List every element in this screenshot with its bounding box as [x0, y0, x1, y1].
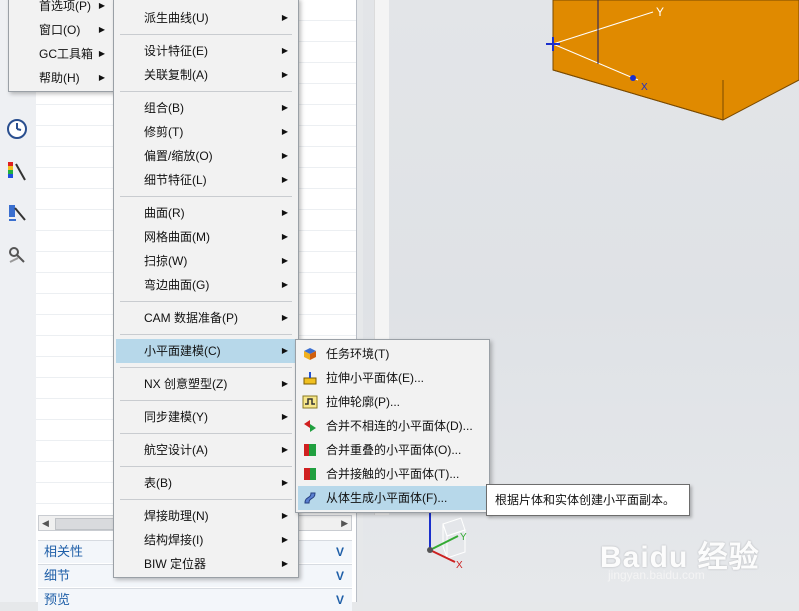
menu-item-mesh-surface[interactable]: 网格曲面(M) ▶	[116, 225, 296, 249]
submenu-arrow-icon: ▶	[281, 127, 288, 136]
menu-item-task-environment[interactable]: 任务环境(T)	[298, 342, 487, 366]
menu-item-merge-touching[interactable]: 合并接触的小平面体(T)...	[298, 462, 487, 486]
submenu-arrow-icon: ▶	[281, 103, 288, 112]
submenu-arrow-icon: ▶	[281, 346, 288, 355]
menu-separator	[120, 499, 292, 500]
facet-modeling-submenu: 任务环境(T) 拉伸小平面体(E)... 拉伸轮廓(P)... 合并不相连的小平…	[295, 339, 490, 513]
submenu-arrow-icon: ▶	[281, 232, 288, 241]
chevron-down-icon: V	[335, 593, 344, 607]
menu-item-detail-feature[interactable]: 细节特征(L) ▶	[116, 168, 296, 192]
menu-item-facet-from-body[interactable]: 从体生成小平面体(F)...	[298, 486, 487, 510]
menu-item-combine[interactable]: 组合(B) ▶	[116, 96, 296, 120]
merge-overlapping-icon	[304, 444, 316, 456]
menu-item-offset-scale[interactable]: 偏置/缩放(O) ▶	[116, 144, 296, 168]
submenu-arrow-icon: ▶	[281, 511, 288, 520]
x-axis-label: X	[641, 82, 648, 93]
submenu-arrow-icon: ▶	[281, 313, 288, 322]
menu-separator	[120, 91, 292, 92]
menu-item-merge-disjoint[interactable]: 合并不相连的小平面体(D)...	[298, 414, 487, 438]
submenu-arrow-icon: ▶	[98, 49, 105, 58]
submenu-arrow-icon: ▶	[281, 70, 288, 79]
visualization-palette-icon[interactable]	[6, 160, 28, 182]
submenu-arrow-icon: ▶	[281, 280, 288, 289]
menu-item-gc-toolbox[interactable]: GC工具箱 ▶	[11, 42, 113, 66]
task-environment-icon	[304, 348, 316, 360]
menu-separator	[120, 301, 292, 302]
menu-separator	[120, 34, 292, 35]
facet-from-body-icon	[304, 492, 316, 504]
merge-touching-icon	[304, 468, 316, 480]
menu-item-aero-design[interactable]: 航空设计(A) ▶	[116, 438, 296, 462]
menu-item-design-feature[interactable]: 设计特征(E) ▶	[116, 39, 296, 63]
scroll-thumb[interactable]	[55, 518, 117, 530]
baidu-watermark: Baidu 经验 jingyan.baidu.com	[600, 532, 760, 582]
view-triad: Y X	[427, 512, 467, 571]
submenu-arrow-icon: ▶	[281, 535, 288, 544]
menu-separator	[120, 334, 292, 335]
submenu-arrow-icon: ▶	[281, 256, 288, 265]
section-preview[interactable]: 预览 V	[38, 588, 352, 611]
extrude-facet-body-icon	[303, 372, 317, 385]
menu-item-surface[interactable]: 曲面(R) ▶	[116, 201, 296, 225]
menu-item-extrude-profile[interactable]: 拉伸轮廓(P)...	[298, 390, 487, 414]
menu-item-synchronous-modeling[interactable]: 同步建模(Y) ▶	[116, 405, 296, 429]
submenu-arrow-icon: ▶	[98, 1, 105, 10]
chevron-down-icon: V	[335, 569, 344, 583]
merge-disjoint-icon	[304, 420, 316, 432]
tooltip-text: 根据片体和实体创建小平面副本。	[495, 493, 676, 507]
menu-item-window[interactable]: 窗口(O) ▶	[11, 18, 113, 42]
main-menu: 首选项(P) ▶ 窗口(O) ▶ GC工具箱 ▶ 帮助(H) ▶	[8, 0, 116, 92]
section-label: 相关性	[44, 544, 84, 559]
menu-separator	[120, 466, 292, 467]
submenu-arrow-icon: ▶	[281, 412, 288, 421]
assembly-link-icon[interactable]	[6, 244, 28, 266]
tooltip: 根据片体和实体创建小平面副本。	[486, 484, 690, 516]
menu-item-cam-data-prep[interactable]: CAM 数据准备(P) ▶	[116, 306, 296, 330]
submenu-arrow-icon: ▶	[281, 46, 288, 55]
menu-item-structure-welding[interactable]: 结构焊接(I) ▶	[116, 528, 296, 552]
history-clock-icon[interactable]	[6, 118, 28, 140]
menu-item-trim[interactable]: 修剪(T) ▶	[116, 120, 296, 144]
section-label: 细节	[44, 568, 71, 583]
insert-submenu: 派生曲线(U) ▶ 设计特征(E) ▶ 关联复制(A) ▶ 组合(B) ▶ 修剪(T) ▶…	[113, 0, 299, 578]
section-label: 预览	[44, 592, 71, 607]
menu-item-associative-copy[interactable]: 关联复制(A) ▶	[116, 63, 296, 87]
submenu-arrow-icon: ▶	[281, 478, 288, 487]
menu-item-extrude-facet-body[interactable]: 拉伸小平面体(E)...	[298, 366, 487, 390]
role-tools-icon[interactable]	[6, 202, 28, 224]
watermark-url: jingyan.baidu.com	[608, 568, 705, 582]
submenu-arrow-icon: ▶	[281, 559, 288, 568]
menu-item-flange-surface[interactable]: 弯边曲面(G) ▶	[116, 273, 296, 297]
menu-item-derived-curve[interactable]: 派生曲线(U) ▶	[116, 6, 296, 30]
menu-item-weld-assistant[interactable]: 焊接助理(N) ▶	[116, 504, 296, 528]
submenu-arrow-icon: ▶	[281, 208, 288, 217]
menu-item-merge-overlapping[interactable]: 合并重叠的小平面体(O)...	[298, 438, 487, 462]
submenu-arrow-icon: ▶	[281, 445, 288, 454]
submenu-arrow-icon: ▶	[281, 379, 288, 388]
submenu-arrow-icon: ▶	[98, 25, 105, 34]
submenu-arrow-icon: ▶	[281, 13, 288, 22]
submenu-arrow-icon: ▶	[281, 175, 288, 184]
scroll-right-arrow-icon[interactable]: ▶	[341, 518, 348, 529]
scroll-left-arrow-icon[interactable]: ◀	[42, 518, 49, 529]
menu-item-table[interactable]: 表(B) ▶	[116, 471, 296, 495]
submenu-arrow-icon: ▶	[98, 73, 105, 82]
menu-item-preferences[interactable]: 首选项(P) ▶	[11, 0, 113, 18]
submenu-arrow-icon: ▶	[281, 151, 288, 160]
menu-separator	[120, 367, 292, 368]
menu-item-sweep[interactable]: 扫掠(W) ▶	[116, 249, 296, 273]
menu-separator	[120, 196, 292, 197]
menu-item-nx-realize-shape[interactable]: NX 创意塑型(Z) ▶	[116, 372, 296, 396]
menu-separator	[120, 400, 292, 401]
extrude-profile-icon	[302, 395, 318, 409]
y-axis-label: Y	[656, 5, 664, 19]
menu-item-biw-locator[interactable]: BIW 定位器 ▶	[116, 552, 296, 576]
triad-y-label: Y	[460, 532, 467, 543]
menu-item-facet-modeling[interactable]: 小平面建模(C) ▶	[116, 339, 296, 363]
chevron-down-icon: V	[335, 545, 344, 559]
triad-x-label: X	[456, 560, 463, 571]
menu-item-help[interactable]: 帮助(H) ▶	[11, 66, 113, 90]
menu-separator	[120, 433, 292, 434]
